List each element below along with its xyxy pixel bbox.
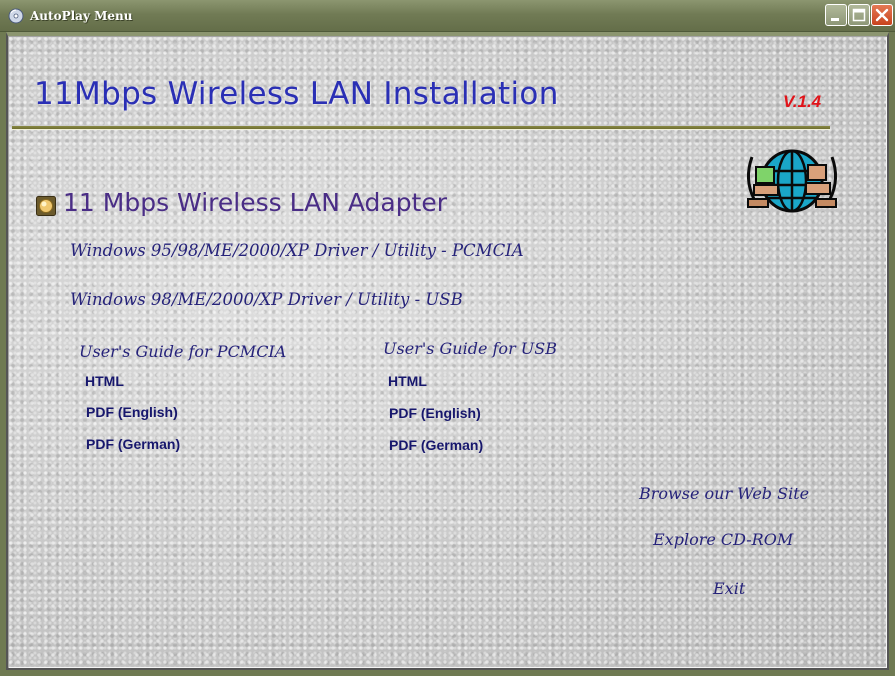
pcmcia-html-link[interactable]: HTML: [85, 373, 124, 389]
exit-link[interactable]: Exit: [713, 579, 745, 598]
usb-guide-heading: User's Guide for USB: [383, 339, 557, 358]
usb-pdf-english-link[interactable]: PDF (English): [389, 405, 481, 421]
section-title: 11 Mbps Wireless LAN Adapter: [63, 188, 448, 217]
close-icon: [875, 8, 889, 22]
page-title: 11Mbps Wireless LAN Installation: [34, 76, 559, 112]
header-divider: [12, 126, 830, 129]
minimize-icon: [831, 18, 839, 21]
close-button[interactable]: [871, 4, 893, 26]
pcmcia-guide-heading: User's Guide for PCMCIA: [79, 342, 287, 361]
usb-pdf-german-link[interactable]: PDF (German): [389, 437, 483, 453]
browse-web-site-link[interactable]: Browse our Web Site: [639, 484, 809, 503]
window-title: AutoPlay Menu: [30, 9, 133, 23]
explore-cd-rom-link[interactable]: Explore CD-ROM: [653, 530, 793, 549]
autoplay-window: AutoPlay Menu 11Mbps Wireless LAN Instal…: [0, 0, 895, 676]
minimize-button[interactable]: [825, 4, 847, 26]
driver-usb-link[interactable]: Windows 98/ME/2000/XP Driver / Utility -…: [70, 290, 463, 309]
usb-html-link[interactable]: HTML: [388, 373, 427, 389]
title-bar[interactable]: AutoPlay Menu: [0, 0, 895, 32]
network-globe-icon: [747, 149, 837, 213]
version-label: V.1.4: [783, 92, 822, 111]
menu-panel: 11Mbps Wireless LAN Installation V.1.4 1…: [6, 32, 889, 670]
maximize-icon: [852, 8, 866, 22]
pcmcia-pdf-english-link[interactable]: PDF (English): [86, 404, 178, 420]
bullet-icon: [36, 196, 56, 216]
maximize-button[interactable]: [848, 4, 870, 26]
pcmcia-pdf-german-link[interactable]: PDF (German): [86, 436, 180, 452]
autoplay-cd-icon: [8, 8, 24, 24]
driver-pcmcia-link[interactable]: Windows 95/98/ME/2000/XP Driver / Utilit…: [70, 241, 524, 260]
